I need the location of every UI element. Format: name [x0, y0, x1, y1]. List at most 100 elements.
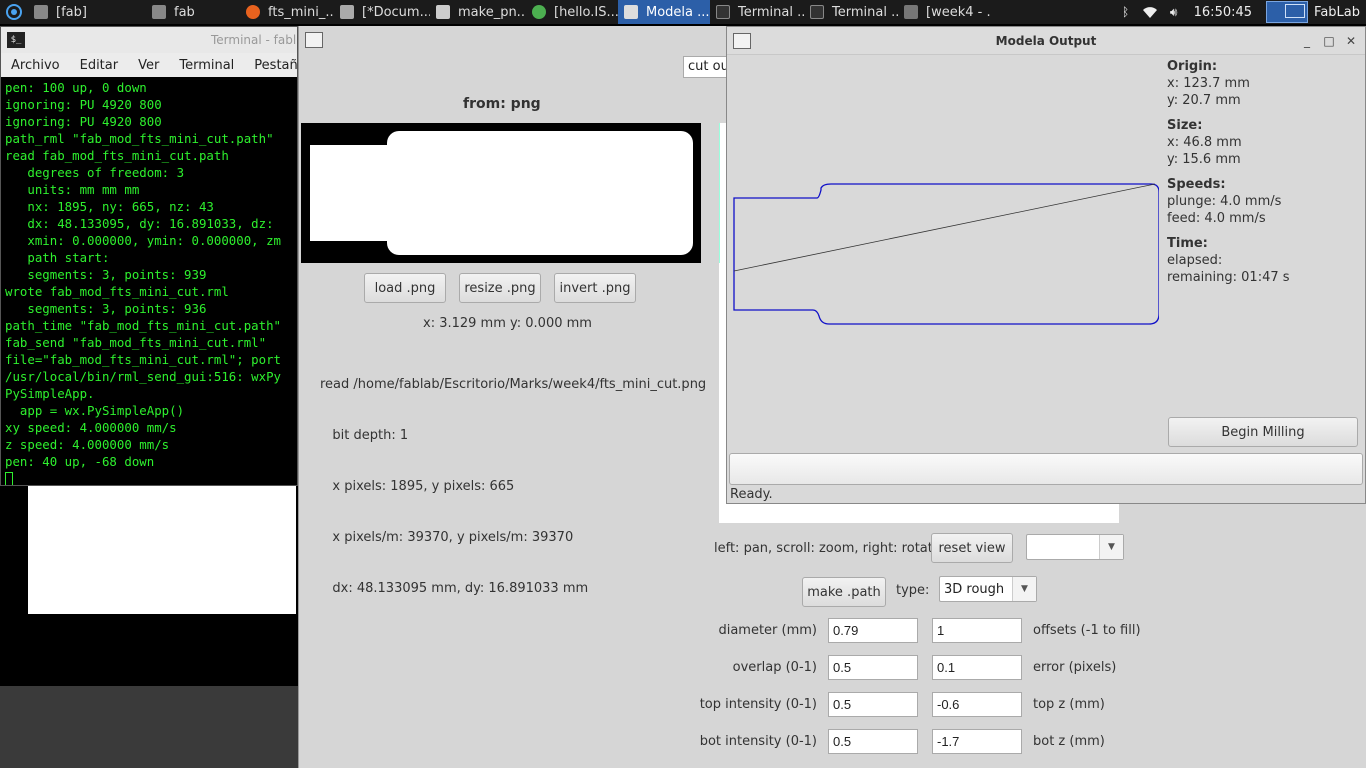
- make-path-button[interactable]: make .path: [802, 577, 886, 607]
- file-info-line: dx: 48.133095 mm, dy: 16.891033 mm: [320, 581, 589, 596]
- diameter-label: diameter (mm): [718, 623, 817, 638]
- folder-icon: [904, 5, 918, 19]
- taskbar-item-terminal-1[interactable]: Terminal ...: [710, 0, 804, 24]
- time-heading: Time:: [1167, 236, 1208, 251]
- png-preview: [301, 123, 701, 263]
- close-icon[interactable]: ✕: [1343, 33, 1359, 49]
- milling-info: Origin: x: 123.7 mm y: 20.7 mm Size: x: …: [1167, 58, 1357, 286]
- offsets-field[interactable]: [932, 618, 1022, 643]
- workspace-switcher[interactable]: [1266, 1, 1309, 23]
- terminal-titlebar[interactable]: $_ Terminal - fabl: [1, 27, 297, 53]
- app-menu-icon: [6, 4, 22, 20]
- top-z-field[interactable]: [932, 692, 1022, 717]
- terminal-line: degrees of freedom: 3: [5, 165, 185, 180]
- top-intensity-label: top intensity (0-1): [699, 697, 817, 712]
- volume-icon[interactable]: 🔊︎: [1166, 4, 1182, 20]
- type-select[interactable]: 3D rough ▼: [939, 576, 1037, 602]
- resize-png-button[interactable]: resize .png: [459, 273, 541, 303]
- window-icon: [436, 5, 450, 19]
- top-z-label: top z (mm): [1033, 697, 1105, 712]
- menu-pestanas[interactable]: Pestañas: [244, 58, 297, 73]
- modela-output-window[interactable]: Modela Output _ □ ✕ Origin: x: 123.7 mm …: [726, 26, 1366, 504]
- terminal-output[interactable]: pen: 100 up, 0 down ignoring: PU 4920 800…: [1, 77, 297, 485]
- bluetooth-icon[interactable]: ᛒ: [1118, 4, 1134, 20]
- origin-heading: Origin:: [1167, 59, 1218, 74]
- overlap-field[interactable]: [828, 655, 918, 680]
- origin-y: y: 20.7 mm: [1167, 93, 1241, 108]
- taskbar-item-document[interactable]: [*Docum...: [334, 0, 430, 24]
- terminal-window[interactable]: $_ Terminal - fabl Archivo Editar Ver Te…: [0, 26, 298, 486]
- taskbar-item-firefox[interactable]: fts_mini_...: [240, 0, 334, 24]
- terminal-title: Terminal - fabl: [211, 33, 297, 47]
- file-info-line: read /home/fablab/Escritorio/Marks/week4…: [320, 377, 707, 392]
- from-label: from: png: [463, 96, 541, 112]
- load-png-button[interactable]: load .png: [364, 273, 446, 303]
- view-hint: left: pan, scroll: zoom, right: rotate: [714, 541, 941, 556]
- status-text: Ready.: [730, 487, 773, 502]
- menu-terminal[interactable]: Terminal: [169, 58, 244, 73]
- minimize-icon[interactable]: _: [1299, 33, 1315, 49]
- terminal-line: z speed: 4.000000 mm/s: [5, 437, 170, 452]
- terminal-line: fab_send "fab_mod_fts_mini_cut.rml": [5, 335, 267, 350]
- top-intensity-field[interactable]: [828, 692, 918, 717]
- terminal-line: path_rml "fab_mod_fts_mini_cut.path": [5, 131, 274, 146]
- taskbar-item-terminal-2[interactable]: Terminal ...: [804, 0, 898, 24]
- travel-move: [733, 183, 1156, 272]
- terminal-line: xmin: 0.000000, ymin: 0.000000, zm: [5, 233, 282, 248]
- menu-archivo[interactable]: Archivo: [1, 58, 70, 73]
- window-icon: [305, 32, 323, 48]
- taskbar-item-make-png[interactable]: make_pn...: [430, 0, 526, 24]
- terminal-line: ignoring: PU 4920 800: [5, 114, 162, 129]
- maximize-icon[interactable]: □: [1321, 33, 1337, 49]
- cursor-coordinates: x: 3.129 mm y: 0.000 mm: [423, 316, 592, 331]
- clock[interactable]: 16:50:45: [1194, 5, 1252, 20]
- menu-editar[interactable]: Editar: [70, 58, 129, 73]
- firefox-icon: [246, 5, 260, 19]
- modela-titlebar[interactable]: Modela Output _ □ ✕: [727, 27, 1365, 55]
- terminal-line: pen: 40 up, -68 down: [5, 454, 155, 469]
- error-field[interactable]: [932, 655, 1022, 680]
- view-select[interactable]: ▼: [1026, 534, 1124, 560]
- terminal-line: path_time "fab_mod_fts_mini_cut.path": [5, 318, 282, 333]
- taskbar-item-modela[interactable]: Modela ...: [618, 0, 710, 24]
- feed-speed: feed: 4.0 mm/s: [1167, 211, 1266, 226]
- elapsed-time: elapsed:: [1167, 253, 1223, 268]
- toolpath-canvas[interactable]: [729, 58, 1160, 448]
- terminal-cursor: [5, 470, 293, 485]
- size-heading: Size:: [1167, 118, 1203, 133]
- terminal-line: segments: 3, points: 936: [5, 301, 207, 316]
- user-name[interactable]: FabLab: [1314, 5, 1360, 20]
- begin-milling-button[interactable]: Begin Milling: [1168, 417, 1358, 447]
- background-window-shape: [28, 486, 296, 614]
- chevron-down-icon: ▼: [1012, 577, 1036, 601]
- bot-intensity-field[interactable]: [828, 729, 918, 754]
- file-info: read /home/fablab/Escritorio/Marks/week4…: [320, 342, 706, 631]
- diameter-field[interactable]: [828, 618, 918, 643]
- terminal-line: units: mm mm mm: [5, 182, 140, 197]
- wifi-icon[interactable]: [1142, 4, 1158, 20]
- bot-z-field[interactable]: [932, 729, 1022, 754]
- taskbar-item-chrome[interactable]: [hello.IS...: [526, 0, 618, 24]
- terminal-line: xy speed: 4.000000 mm/s: [5, 420, 177, 435]
- chevron-down-icon: ▼: [1099, 535, 1123, 559]
- taskbar-item-week4[interactable]: [week4 - ...: [898, 0, 990, 24]
- terminal-line: wrote fab_mod_fts_mini_cut.rml: [5, 284, 229, 299]
- speeds-heading: Speeds:: [1167, 177, 1226, 192]
- terminal-line: ignoring: PU 4920 800: [5, 97, 162, 112]
- origin-x: x: 123.7 mm: [1167, 76, 1250, 91]
- milling-progress-bar: [729, 453, 1363, 485]
- text-editor-icon: [340, 5, 354, 19]
- invert-png-button[interactable]: invert .png: [554, 273, 636, 303]
- taskbar-item-fab-folder[interactable]: [fab]: [28, 0, 146, 24]
- reset-view-button[interactable]: reset view: [931, 533, 1013, 563]
- taskbar: [fab] fab fts_mini_... [*Docum... make_p…: [0, 0, 1366, 24]
- menu-ver[interactable]: Ver: [128, 58, 169, 73]
- file-info-line: x pixels: 1895, y pixels: 665: [320, 479, 515, 494]
- window-icon: [733, 32, 751, 49]
- terminal-line: dx: 48.133095, dy: 16.891033, dz:: [5, 216, 274, 231]
- type-label: type:: [896, 583, 930, 598]
- size-x: x: 46.8 mm: [1167, 135, 1242, 150]
- app-menu-button[interactable]: [0, 0, 28, 24]
- terminal-line: /usr/local/bin/rml_send_gui:516: wxPy: [5, 369, 282, 384]
- taskbar-item-fab[interactable]: fab: [146, 0, 240, 24]
